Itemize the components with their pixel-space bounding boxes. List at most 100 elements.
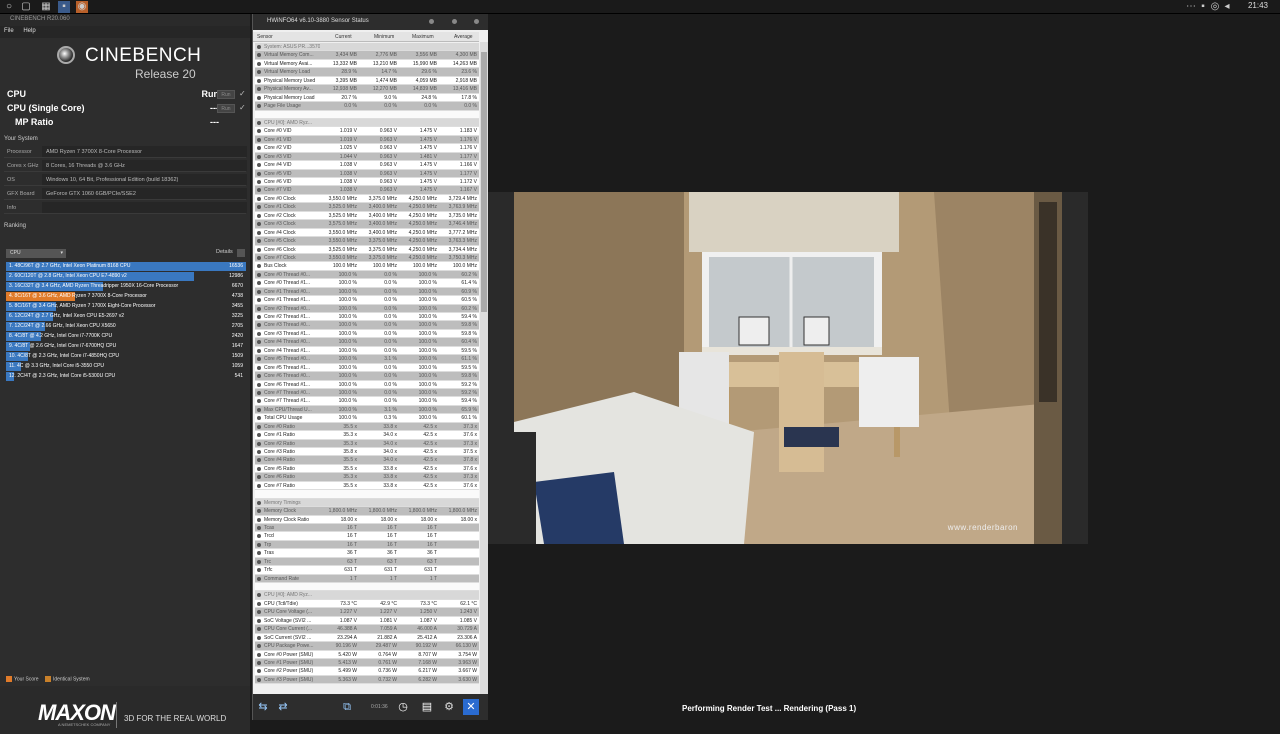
col-average[interactable]: Average bbox=[454, 34, 473, 40]
scrollbar[interactable] bbox=[480, 42, 488, 704]
sensor-row[interactable]: Bus Clock 100.0 MHz 100.0 MHz 100.0 MHz 100.… bbox=[255, 262, 479, 271]
sensor-row[interactable]: Core #4 VID 1.038 V 0.963 V 1.475 V 1.166 V bbox=[255, 161, 479, 170]
ranking-row[interactable]: 2. 60C/120T @ 2.8 GHz, Intel Xeon CPU E7… bbox=[6, 272, 246, 281]
sensor-row[interactable]: Core #1 Power (SMU) 5.413 W 0.761 W 7.168 W… bbox=[255, 658, 479, 668]
sensor-row[interactable]: Physical Memory Load 20.7 % 9.0 % 24.8 % 17.… bbox=[255, 93, 479, 103]
ranking-row[interactable]: 7. 12C/24T @ 2.66 GHz, Intel Xeon CPU X5… bbox=[6, 322, 246, 331]
ranking-row[interactable]: 11. 4C @ 3.3 GHz, Intel Core i5-3550 CPU… bbox=[6, 362, 246, 371]
app-icon-cinebench[interactable]: ◉ bbox=[76, 1, 88, 13]
grid-icon[interactable]: ▦ bbox=[40, 1, 52, 13]
tray-volume-icon[interactable]: ◂ bbox=[1221, 1, 1233, 13]
sensor-row[interactable] bbox=[255, 490, 479, 499]
sensor-row[interactable]: Max CPU/Thread U... 100.0 % 3.1 % 100.0 % 65… bbox=[255, 405, 479, 415]
sensor-row[interactable]: Core #5 Thread #0... 100.0 % 3.1 % 100.0 % 6… bbox=[255, 355, 479, 364]
sensor-row[interactable]: Core #5 Clock 3,550.0 MHz 3,375.0 MHz 4,250… bbox=[255, 237, 479, 246]
sensor-row[interactable]: Memory Timings bbox=[255, 498, 479, 508]
sensor-row[interactable]: Core #7 Thread #1... 100.0 % 0.0 % 100.0 % 5… bbox=[255, 397, 479, 406]
app-icon-hwinfo[interactable]: ▪ bbox=[58, 1, 70, 13]
ranking-row[interactable]: 3. 16C/32T @ 3.4 GHz, AMD Ryzen Threadri… bbox=[6, 282, 246, 291]
sensor-row[interactable]: Physical Memory Av... 12,938 MB 12,270 MB 1… bbox=[255, 85, 479, 94]
sensor-row[interactable]: Physical Memory Used 3,395 MB 1,474 MB 4,05… bbox=[255, 76, 479, 86]
ranking-row[interactable]: 4. 8C/16T @ 3.6 GHz, AMD Ryzen 7 3700X 8… bbox=[6, 292, 246, 301]
sensor-row[interactable]: Core #7 Clock 3,550.0 MHz 3,375.0 MHz 4,250… bbox=[255, 253, 479, 263]
sensor-row[interactable]: Core #2 Thread #0... 100.0 % 0.0 % 100.0 % 6… bbox=[255, 304, 479, 313]
sensor-row[interactable]: Core #6 VID 1.038 V 0.963 V 1.475 V 1.172 V bbox=[255, 178, 479, 187]
sensor-row[interactable] bbox=[255, 110, 479, 119]
sensor-row[interactable]: System: ASUS PR...3570 bbox=[255, 43, 479, 52]
report-icon[interactable]: ▤ bbox=[419, 699, 435, 715]
sensor-row[interactable]: Core #3 Thread #0... 100.0 % 0.0 % 100.0 % 5… bbox=[255, 321, 479, 330]
sensor-row[interactable]: Core #7 Ratio 35.5 x 33.8 x 42.5 x 37.6 x bbox=[255, 481, 479, 491]
sensor-row[interactable]: CPU [#0]: AMD Ryz... bbox=[255, 118, 479, 128]
ranking-select[interactable]: CPU ▾ bbox=[6, 249, 66, 258]
ranking-row[interactable]: 6. 12C/24T @ 2.7 GHz, Intel Xeon CPU E5-… bbox=[6, 312, 246, 321]
network-icon[interactable]: ⧉ bbox=[339, 699, 355, 715]
sensor-row[interactable]: Core #1 Thread #0... 100.0 % 0.0 % 100.0 % 6… bbox=[255, 287, 479, 297]
sensor-row[interactable]: Virtual Memory Avai... 13,332 MB 13,210 MB… bbox=[255, 59, 479, 69]
sensor-row[interactable]: CPU (Tctl/Tdie) 73.3 °C 42.9 °C 73.3 °C 62.1… bbox=[255, 599, 479, 609]
sensor-row[interactable]: CPU Core Current (... 46.388 A 7.059 A 46.0… bbox=[255, 625, 479, 634]
minimize-icon[interactable] bbox=[429, 19, 434, 24]
ranking-row[interactable]: 1. 48C/96T @ 2.7 GHz, Intel Xeon Platinu… bbox=[6, 262, 246, 271]
sensor-row[interactable]: Core #3 Thread #1... 100.0 % 0.0 % 100.0 % 5… bbox=[255, 329, 479, 339]
sensor-row[interactable]: Core #2 Ratio 35.3 x 34.0 x 42.5 x 37.3 x bbox=[255, 439, 479, 448]
clock-icon[interactable]: ◷ bbox=[395, 699, 411, 715]
sensor-row[interactable]: Core #2 Clock 3,525.0 MHz 3,400.0 MHz 4,250… bbox=[255, 211, 479, 221]
sensor-row[interactable]: Memory Clock Ratio 18.00 x 18.00 x 18.00 x 1… bbox=[255, 515, 479, 524]
sensor-row[interactable]: Trp 16 T 16 T 16 T bbox=[255, 540, 479, 550]
arrows-collapse-icon[interactable]: ⇄ bbox=[275, 699, 291, 715]
sensor-row[interactable]: Core #6 Thread #1... 100.0 % 0.0 % 100.0 % 5… bbox=[255, 380, 479, 389]
ranking-row[interactable]: 5. 8C/16T @ 3.4 GHz, AMD Ryzen 7 1700X E… bbox=[6, 302, 246, 311]
sensor-row[interactable]: Core #0 Clock 3,550.0 MHz 3,375.0 MHz 4,250… bbox=[255, 194, 479, 204]
sensor-row[interactable]: Virtual Memory Load 28.9 % 14.7 % 29.6 % 23.… bbox=[255, 68, 479, 77]
details-toggle-button[interactable] bbox=[237, 249, 245, 257]
sensor-row[interactable]: Core #4 Thread #1... 100.0 % 0.0 % 100.0 % 5… bbox=[255, 346, 479, 356]
sensor-row[interactable]: Core #0 Thread #1... 100.0 % 0.0 % 100.0 % 6… bbox=[255, 279, 479, 288]
sensor-row[interactable]: Page File Usage 0.0 % 0.0 % 0.0 % 0.0 % bbox=[255, 102, 479, 111]
col-current[interactable]: Current bbox=[335, 34, 352, 40]
sensor-row[interactable]: Core #7 Thread #0... 100.0 % 0.0 % 100.0 % 5… bbox=[255, 388, 479, 398]
sensor-row[interactable]: Core #6 Ratio 35.3 x 33.8 x 42.5 x 37.3 x bbox=[255, 473, 479, 482]
sensor-row[interactable]: Core #0 Ratio 35.5 x 33.8 x 42.5 x 37.3 x bbox=[255, 422, 479, 432]
details-label[interactable]: Details bbox=[216, 249, 233, 255]
sensor-row[interactable]: CPU Package Powe... 90.196 W 29.487 W 90.19… bbox=[255, 642, 479, 651]
sensor-row[interactable]: Core #1 VID 1.019 V 0.963 V 1.475 V 1.176 V bbox=[255, 135, 479, 145]
sensor-row[interactable]: Core #3 Power (SMU) 5.363 W 0.732 W 6.282 W… bbox=[255, 675, 479, 685]
sensor-row[interactable]: Core #4 Thread #0... 100.0 % 0.0 % 100.0 % 6… bbox=[255, 338, 479, 347]
sensor-row[interactable]: Trc 63 T 63 T 63 T bbox=[255, 557, 479, 567]
sensor-row[interactable]: CPU [#0]: AMD Ryz... bbox=[255, 591, 479, 600]
tray-network-icon[interactable]: ◎ bbox=[1209, 1, 1221, 13]
sensor-row[interactable]: Command Rate 1 T 1 T 1 T bbox=[255, 574, 479, 583]
close-icon[interactable]: ✕ bbox=[463, 699, 479, 715]
sensor-row[interactable]: Memory Clock 1,800.0 MHz 1,800.0 MHz 1,800.… bbox=[255, 507, 479, 516]
ranking-row[interactable]: 12. 2C/4T @ 2.3 GHz, Intel Core i5-5300U… bbox=[6, 372, 246, 381]
sensor-row[interactable]: Core #3 Clock 3,575.0 MHz 3,400.0 MHz 4,250… bbox=[255, 220, 479, 229]
sensor-row[interactable]: Core #4 Ratio 35.5 x 34.0 x 42.5 x 37.8 x bbox=[255, 456, 479, 465]
menu-help[interactable]: Help bbox=[23, 28, 35, 34]
sensor-row[interactable]: Core #0 VID 1.019 V 0.963 V 1.475 V 1.183 V bbox=[255, 127, 479, 136]
scrollbar-thumb[interactable] bbox=[481, 52, 487, 312]
sensor-row[interactable]: Core #5 VID 1.038 V 0.963 V 1.475 V 1.177 V bbox=[255, 169, 479, 178]
sensor-row[interactable]: Trcd 16 T 16 T 16 T bbox=[255, 532, 479, 541]
sensor-row[interactable]: Core #2 VID 1.025 V 0.963 V 1.475 V 1.176 V bbox=[255, 144, 479, 153]
maximize-icon[interactable] bbox=[452, 19, 457, 24]
col-minimum[interactable]: Minimum bbox=[374, 34, 394, 40]
window-icon[interactable]: ▢ bbox=[20, 1, 32, 13]
system-value[interactable] bbox=[42, 202, 247, 213]
sensor-row[interactable]: Total CPU Usage 100.0 % 0.3 % 100.0 % 60.1 % bbox=[255, 414, 479, 423]
sensor-row[interactable]: Core #4 Clock 3,550.0 MHz 3,400.0 MHz 4,250… bbox=[255, 228, 479, 238]
sensor-row[interactable]: Core #3 VID 1.044 V 0.963 V 1.481 V 1.177 V bbox=[255, 152, 479, 162]
sensor-row[interactable]: Core #1 Thread #1... 100.0 % 0.0 % 100.0 % 6… bbox=[255, 296, 479, 305]
sensor-row[interactable]: CPU Core Voltage (... 1.227 V 1.227 V 1.250… bbox=[255, 608, 479, 617]
sensor-row[interactable]: Core #0 Power (SMU) 5.420 W 0.764 W 8.707 W… bbox=[255, 650, 479, 659]
col-maximum[interactable]: Maximum bbox=[412, 34, 434, 40]
sensor-row[interactable]: Core #6 Thread #0... 100.0 % 0.0 % 100.0 % 5… bbox=[255, 372, 479, 381]
ranking-row[interactable]: 8. 4C/8T @ 4.2 GHz, Intel Core i7-7700K … bbox=[6, 332, 246, 341]
sensor-row[interactable]: Core #1 Ratio 35.3 x 34.0 x 42.5 x 37.6 x bbox=[255, 431, 479, 440]
sensor-row[interactable]: Core #3 Ratio 35.8 x 34.0 x 42.5 x 37.5 x bbox=[255, 448, 479, 457]
menu-file[interactable]: File bbox=[4, 28, 14, 34]
sensor-row[interactable]: Core #7 VID 1.038 V 0.963 V 1.475 V 1.167 V bbox=[255, 186, 479, 195]
sensor-row[interactable]: Tras 36 T 36 T 36 T bbox=[255, 549, 479, 558]
close-icon[interactable] bbox=[474, 19, 479, 24]
sensor-row[interactable]: Virtual Memory Com... 3,434 MB 2,776 MB 3,5… bbox=[255, 51, 479, 60]
